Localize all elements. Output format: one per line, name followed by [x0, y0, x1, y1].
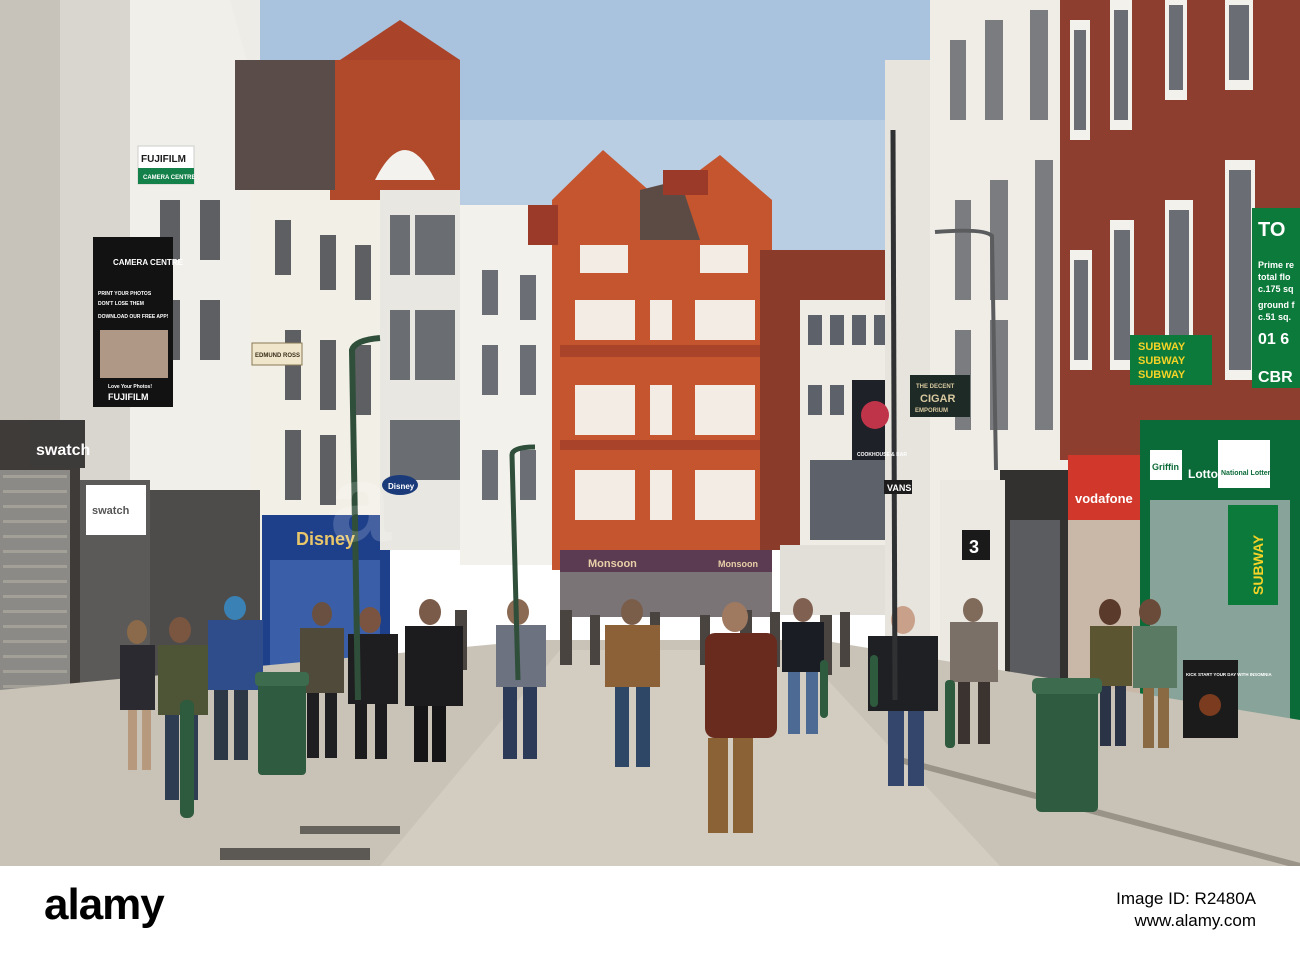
subway-line3: SUBWAY	[1138, 369, 1186, 381]
camera-centre-banner-label: CAMERA CENTRE	[113, 258, 184, 267]
footer-info: Image ID: R2480A www.alamy.com	[1116, 888, 1256, 932]
vans-sign: VANS	[884, 480, 912, 494]
to-let-prime: Prime re	[1258, 260, 1294, 270]
subway-vertical-label: SUBWAY	[1250, 534, 1266, 595]
terracotta-building	[528, 150, 772, 617]
print-photos-text: PRINT YOUR PHOTOS	[98, 291, 152, 297]
to-let-51: c.51 sq.	[1258, 312, 1291, 322]
alamy-logo: alamy	[44, 880, 165, 929]
fujifilm-bottom-label: FUJIFILM	[108, 392, 149, 402]
to-let-cbre: CBR	[1258, 369, 1293, 386]
griffin-label: Griffin	[1152, 462, 1179, 472]
subway-sign: SUBWAY SUBWAY SUBWAY	[1130, 335, 1212, 385]
subway-line2: SUBWAY	[1138, 355, 1186, 367]
camera-centre-small-label: CAMERA CENTRE	[143, 175, 195, 181]
love-photos-text: Love Your Photos!	[108, 384, 152, 390]
decent-cigar-line2: CIGAR	[920, 393, 956, 405]
three-sign: 3	[962, 530, 990, 560]
lotto-label: Lotto	[1188, 467, 1218, 481]
vans-label: VANS	[887, 483, 911, 493]
insomnia-label: KICK START YOUR DAY WITH INSOMNIA	[1186, 672, 1273, 677]
to-let-ground: ground f	[1258, 300, 1295, 310]
to-let-board: TO Prime re total flo c.175 sq ground f …	[1252, 208, 1300, 388]
camera-centre-banner: CAMERA CENTRE PRINT YOUR PHOTOS DON'T LO…	[93, 237, 184, 407]
decent-cigar-sign: THE DECENT CIGAR EMPORIUM	[910, 375, 970, 417]
edmund-ross-label: EDMUND ROSS	[255, 353, 300, 359]
vodafone-label: vodafone	[1075, 491, 1133, 506]
three-label: 3	[969, 537, 979, 557]
alamy-url: www.alamy.com	[1134, 911, 1256, 930]
subway-vertical-banner: SUBWAY	[1228, 505, 1278, 605]
image-id: Image ID: R2480A	[1116, 889, 1256, 908]
monsoon-right-label: Monsoon	[718, 559, 758, 569]
vodafone-sign: vodafone	[1075, 491, 1133, 506]
subway-line1: SUBWAY	[1138, 341, 1186, 353]
fujifilm-top-label: FUJIFILM	[141, 154, 186, 165]
dont-lose-text: DON'T LOSE THEM	[98, 301, 144, 307]
to-let-175: c.175 sq	[1258, 284, 1294, 294]
swatch-small-label: swatch	[92, 505, 130, 517]
edmund-ross-sign: EDMUND ROSS	[251, 342, 303, 366]
to-let-title: TO	[1258, 219, 1285, 241]
monsoon-left-label: Monsoon	[588, 558, 637, 570]
to-let-total: total flo	[1258, 272, 1291, 282]
fujifilm-sign-top: FUJIFILM CAMERA CENTRE	[137, 145, 195, 185]
footer-bar	[0, 866, 1300, 956]
decent-cigar-line3: EMPORIUM	[915, 408, 948, 414]
decent-cigar-line1: THE DECENT	[916, 384, 955, 390]
swatch-label: swatch	[36, 442, 90, 459]
disney-shop-label: Disney	[296, 529, 355, 549]
national-lottery-label: National Lottery	[1221, 470, 1274, 477]
to-let-phone: 01 6	[1258, 331, 1289, 348]
disney-small-label: Disney	[388, 482, 415, 491]
cookhouse-label: COOKHOUSE & BAR	[857, 452, 907, 458]
street-photo: FUJIFILM CAMERA CENTRE CAMERA CENTRE PRI…	[0, 0, 1300, 866]
download-app-text: DOWNLOAD OUR FREE APP!	[98, 314, 169, 320]
